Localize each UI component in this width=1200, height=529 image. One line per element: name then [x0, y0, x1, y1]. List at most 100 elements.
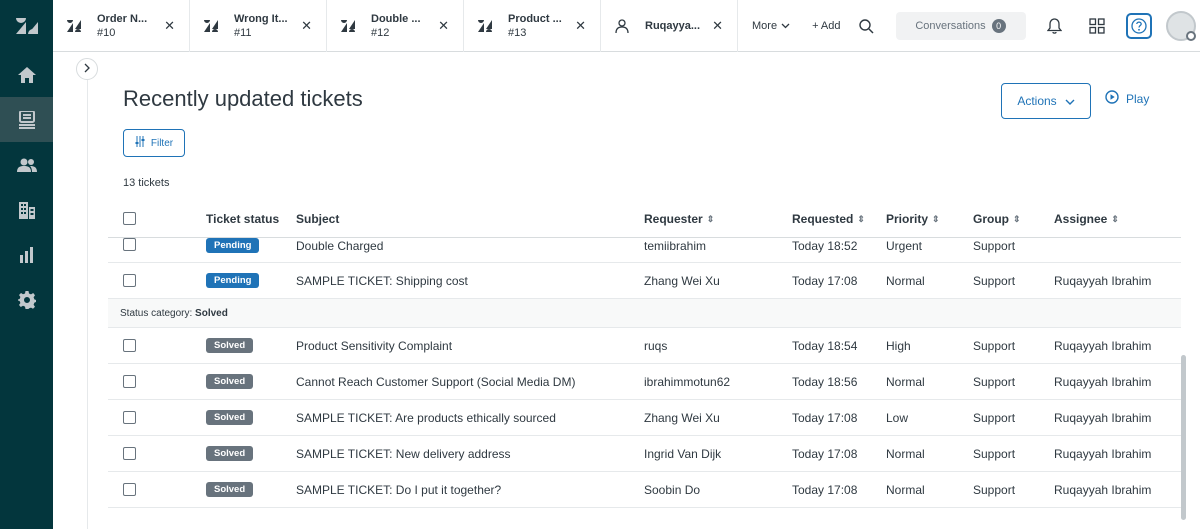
- column-label: Subject: [296, 212, 340, 226]
- assignee: Ruqayyah Ibrahim: [1054, 375, 1152, 389]
- organizations-icon[interactable]: [0, 187, 53, 232]
- status-badge: Pending: [206, 273, 260, 288]
- add-button[interactable]: + Add: [804, 0, 848, 52]
- subject-link[interactable]: Double Charged: [296, 239, 383, 253]
- more-label: More: [752, 20, 778, 32]
- assignee: Ruqayyah Ibrahim: [1054, 274, 1152, 288]
- tab-ticket-13[interactable]: Product ... #13 ✕: [464, 0, 601, 52]
- conversations-count-badge: 0: [991, 19, 1006, 33]
- column-label: Requester: [644, 212, 703, 226]
- column-header-group[interactable]: Group ⇕: [973, 212, 1021, 226]
- tab-ticket-12[interactable]: Double ... #12 ✕: [327, 0, 464, 52]
- column-header-requested[interactable]: Requested ⇕: [792, 212, 865, 226]
- table-row[interactable]: Solved Product Sensitivity Complaint ruq…: [108, 328, 1181, 364]
- column-header-status[interactable]: Ticket status: [206, 212, 279, 226]
- customers-icon[interactable]: [0, 142, 53, 187]
- group: Support: [973, 239, 1016, 253]
- search-icon[interactable]: [849, 0, 884, 52]
- subject-link[interactable]: SAMPLE TICKET: Are products ethically so…: [296, 411, 556, 425]
- actions-label: Actions: [1017, 94, 1057, 108]
- row-checkbox[interactable]: [123, 483, 136, 496]
- vertical-scrollbar[interactable]: [1181, 355, 1186, 520]
- user-avatar[interactable]: [1165, 11, 1196, 41]
- status-badge: Solved: [206, 482, 254, 497]
- add-label: + Add: [812, 20, 841, 32]
- tab-title: Wrong It...: [234, 13, 288, 25]
- filter-button[interactable]: Filter: [123, 129, 185, 157]
- row-checkbox[interactable]: [123, 274, 136, 287]
- subject-link[interactable]: SAMPLE TICKET: Shipping cost: [296, 274, 468, 288]
- reporting-icon[interactable]: [0, 232, 53, 277]
- tab-ticket-number: #12: [371, 27, 390, 39]
- row-checkbox[interactable]: [123, 339, 136, 352]
- status-badge: Pending: [206, 238, 260, 253]
- sort-icon: ⇕: [932, 213, 940, 224]
- help-button[interactable]: [1118, 0, 1160, 52]
- play-button[interactable]: Play: [1105, 90, 1149, 107]
- more-tabs-button[interactable]: More: [738, 0, 804, 52]
- table-row[interactable]: Solved SAMPLE TICKET: New delivery addre…: [108, 436, 1181, 472]
- row-checkbox[interactable]: [123, 447, 136, 460]
- close-icon[interactable]: ✕: [575, 18, 586, 34]
- requester: Zhang Wei Xu: [644, 411, 720, 425]
- close-icon[interactable]: ✕: [164, 18, 175, 34]
- column-header-subject[interactable]: Subject: [296, 212, 339, 226]
- zendesk-logo-icon[interactable]: [0, 0, 53, 52]
- assignee: Ruqayyah Ibrahim: [1054, 339, 1152, 353]
- row-checkbox[interactable]: [123, 238, 136, 251]
- priority: Normal: [886, 483, 925, 497]
- requested-time: Today 17:08: [792, 411, 858, 425]
- ticket-count: 13 tickets: [123, 177, 170, 189]
- ticket-icon: [341, 18, 357, 34]
- row-checkbox[interactable]: [123, 411, 136, 424]
- subject-link[interactable]: Cannot Reach Customer Support (Social Me…: [296, 375, 575, 389]
- sort-icon: ⇕: [706, 213, 715, 224]
- tab-user-ruqayyah[interactable]: Ruqayya... ✕: [601, 0, 738, 52]
- group-label-prefix: Status category:: [120, 308, 196, 319]
- tab-ticket-10[interactable]: Order N... #10 ✕: [53, 0, 190, 52]
- admin-gear-icon[interactable]: [0, 277, 53, 322]
- product-tray-icon[interactable]: [1076, 0, 1118, 52]
- table-row[interactable]: Solved SAMPLE TICKET: Do I put it togeth…: [108, 472, 1181, 508]
- table-row[interactable]: Solved SAMPLE TICKET: Are products ethic…: [108, 400, 1181, 436]
- status-badge: Solved: [206, 446, 254, 461]
- ticket-icon: [67, 18, 83, 34]
- close-icon[interactable]: ✕: [301, 18, 312, 34]
- subject-link[interactable]: SAMPLE TICKET: Do I put it together?: [296, 483, 501, 497]
- priority: High: [886, 339, 911, 353]
- table-row[interactable]: Solved Cannot Reach Customer Support (So…: [108, 364, 1181, 400]
- views-icon[interactable]: [0, 97, 53, 142]
- table-row[interactable]: Pending Double Charged temiibrahim Today…: [108, 238, 1181, 263]
- row-checkbox[interactable]: [123, 375, 136, 388]
- tab-ticket-number: #11: [234, 27, 252, 39]
- actions-button[interactable]: Actions: [1001, 83, 1091, 119]
- column-header-assignee[interactable]: Assignee ⇕: [1054, 212, 1119, 226]
- subject-link[interactable]: Product Sensitivity Complaint: [296, 339, 452, 353]
- close-icon[interactable]: ✕: [712, 18, 723, 34]
- column-header-requester[interactable]: Requester ⇕: [644, 212, 714, 226]
- sort-icon: ⇕: [1111, 213, 1119, 224]
- table-row[interactable]: Pending SAMPLE TICKET: Shipping cost Zha…: [108, 263, 1181, 299]
- tab-ticket-11[interactable]: Wrong It... #11 ✕: [190, 0, 327, 52]
- assignee: Ruqayyah Ibrahim: [1054, 483, 1152, 497]
- requested-time: Today 18:56: [792, 375, 858, 389]
- bell-icon[interactable]: [1034, 0, 1076, 52]
- priority: Low: [886, 411, 909, 425]
- tab-title: Product ...: [508, 13, 562, 25]
- group: Support: [973, 339, 1016, 353]
- requester: temiibrahim: [644, 239, 707, 253]
- column-header-priority[interactable]: Priority ⇕: [886, 212, 940, 226]
- home-icon[interactable]: [0, 52, 53, 97]
- requester: ibrahimmotun62: [644, 375, 731, 389]
- ticket-icon: [204, 18, 220, 34]
- table-header: Ticket status Subject Requester ⇕ Request…: [108, 200, 1181, 238]
- tab-ticket-number: #13: [508, 27, 527, 39]
- left-nav: [0, 0, 53, 529]
- close-icon[interactable]: ✕: [438, 18, 449, 34]
- column-label: Group: [973, 212, 1009, 226]
- subject-link[interactable]: SAMPLE TICKET: New delivery address: [296, 447, 511, 461]
- tab-ticket-number: #10: [97, 27, 116, 39]
- priority: Normal: [886, 274, 925, 288]
- select-all-checkbox[interactable]: [123, 212, 136, 225]
- conversations-button[interactable]: Conversations 0: [895, 12, 1026, 40]
